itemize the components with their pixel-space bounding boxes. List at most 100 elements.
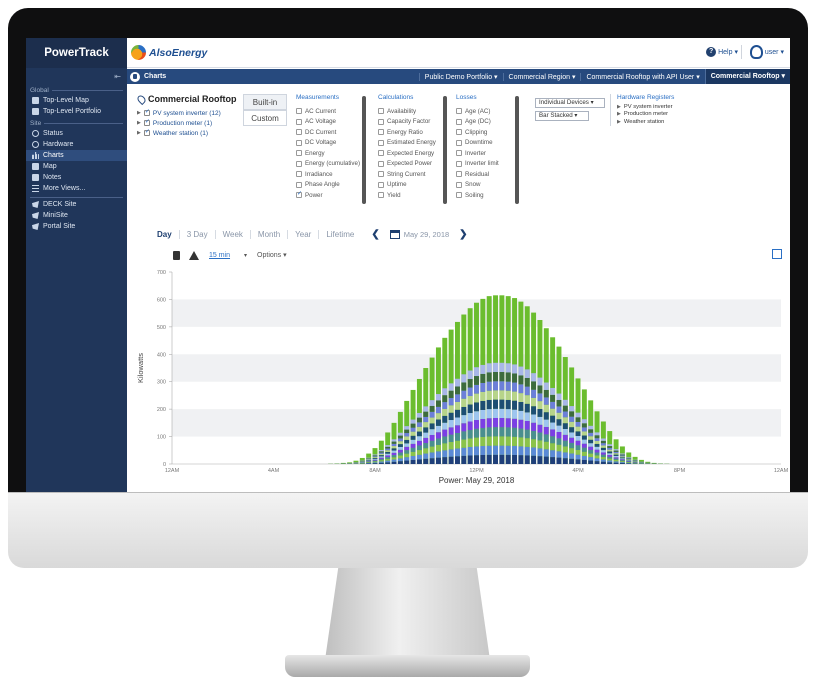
- calculations-option-expected-energy[interactable]: Expected Energy: [378, 148, 436, 159]
- bar-5:30PM[interactable]: [613, 439, 619, 464]
- bar-12:00PM[interactable]: [474, 302, 479, 464]
- bar-6:45AM[interactable]: [340, 462, 346, 464]
- bar-7:00PM[interactable]: [651, 462, 657, 464]
- calculations-option-expected-power[interactable]: Expected Power: [378, 159, 436, 170]
- chevron-down-icon[interactable]: ▾: [244, 252, 247, 259]
- bar-9:00AM[interactable]: [397, 411, 403, 464]
- option-checkbox[interactable]: [456, 181, 462, 188]
- warning-icon[interactable]: [189, 250, 199, 260]
- interval-select[interactable]: 15 min: [209, 252, 230, 259]
- user-menu[interactable]: user ▾: [740, 45, 784, 59]
- range-day[interactable]: Day: [127, 230, 179, 239]
- chart-style-select[interactable]: Bar Stacked ▾: [535, 111, 589, 121]
- hardware-register-item[interactable]: ▶ Production meter: [617, 111, 692, 119]
- bar-6:30AM[interactable]: [334, 463, 340, 464]
- option-checkbox[interactable]: [296, 139, 302, 146]
- measurements-option-ac-voltage[interactable]: AC Voltage: [296, 117, 360, 128]
- bar-9:15AM[interactable]: [404, 400, 410, 464]
- bar-9:30AM[interactable]: [410, 389, 416, 464]
- losses-option-downtime[interactable]: Downtime: [456, 138, 499, 149]
- option-checkbox[interactable]: [296, 150, 302, 157]
- tab-built-in[interactable]: Built-in: [243, 94, 287, 110]
- options-menu[interactable]: Options ▾: [257, 251, 287, 259]
- option-checkbox[interactable]: [378, 139, 384, 146]
- option-checkbox[interactable]: [296, 171, 302, 178]
- bar-6:30PM[interactable]: [638, 459, 644, 464]
- option-checkbox[interactable]: [378, 160, 384, 167]
- calculations-option-capacity-factor[interactable]: Capacity Factor: [378, 117, 436, 128]
- device-mode-select[interactable]: Individual Devices ▾: [535, 98, 605, 108]
- bar-1:15PM[interactable]: [505, 296, 511, 464]
- bar-3:45PM[interactable]: [569, 367, 575, 464]
- measurements-scrollbar[interactable]: [362, 96, 366, 204]
- option-checkbox[interactable]: [456, 171, 462, 178]
- caret-right-icon[interactable]: ▶: [137, 130, 141, 136]
- option-checkbox[interactable]: [456, 150, 462, 157]
- caret-right-icon[interactable]: ▶: [137, 110, 141, 116]
- sidebar-item-more-views[interactable]: More Views...: [26, 183, 127, 194]
- bar-5:45PM[interactable]: [619, 446, 625, 464]
- measurements-option-energy-cumulative[interactable]: Energy (cumulative): [296, 159, 360, 170]
- bar-7:45AM[interactable]: [366, 453, 372, 464]
- option-checkbox[interactable]: [378, 171, 384, 178]
- calculations-option-yield[interactable]: Yield: [378, 190, 436, 201]
- bar-11:00AM[interactable]: [448, 329, 454, 464]
- option-checkbox[interactable]: [456, 129, 462, 136]
- sidebar-item-minisite[interactable]: MiniSite: [26, 210, 127, 221]
- device-item[interactable]: ▶ Production meter (1): [137, 118, 221, 128]
- bar-7:30AM[interactable]: [359, 457, 365, 464]
- tab-custom[interactable]: Custom: [243, 110, 287, 126]
- calculations-option-uptime[interactable]: Uptime: [378, 180, 436, 191]
- bar-2:45PM[interactable]: [543, 328, 549, 464]
- option-checkbox[interactable]: [378, 118, 384, 125]
- losses-option-soiling[interactable]: Soiling: [456, 190, 499, 201]
- bar-10:45AM[interactable]: [442, 337, 448, 464]
- option-checkbox[interactable]: [456, 118, 462, 125]
- bar-2:00PM[interactable]: [524, 306, 530, 464]
- measurements-option-power[interactable]: Power: [296, 190, 360, 201]
- bar-4:00PM[interactable]: [575, 378, 581, 464]
- bar-4:30PM[interactable]: [588, 400, 594, 464]
- losses-option-inverter[interactable]: Inverter: [456, 148, 499, 159]
- device-item[interactable]: ▶ PV system inverter (12): [137, 108, 221, 118]
- range-month[interactable]: Month: [249, 229, 287, 239]
- bar-6:45PM[interactable]: [645, 461, 651, 464]
- bar-12:45PM[interactable]: [493, 295, 499, 464]
- bar-9:45AM[interactable]: [416, 378, 422, 464]
- trash-icon[interactable]: [173, 250, 180, 260]
- collapse-icon[interactable]: ⇤: [114, 72, 121, 81]
- hardware-register-item[interactable]: ▶ Weather station: [617, 118, 692, 126]
- bar-7:15AM[interactable]: [353, 460, 359, 464]
- calculations-option-string-current[interactable]: String Current: [378, 169, 436, 180]
- option-checkbox[interactable]: [378, 108, 384, 115]
- calculations-option-estimated-energy[interactable]: Estimated Energy: [378, 138, 436, 149]
- sidebar-item-status[interactable]: Status: [26, 128, 127, 139]
- bar-10:15AM[interactable]: [429, 357, 435, 464]
- sidebar-item-map[interactable]: Map: [26, 161, 127, 172]
- bar-2:30PM[interactable]: [537, 320, 543, 464]
- device-checkbox[interactable]: [143, 118, 150, 126]
- bar-8:15AM[interactable]: [378, 440, 384, 464]
- calculations-option-availability[interactable]: Availability: [378, 106, 436, 117]
- measurements-option-ac-current[interactable]: AC Current: [296, 106, 360, 117]
- bar-5:00PM[interactable]: [600, 421, 606, 464]
- bar-4:15PM[interactable]: [581, 389, 587, 464]
- caret-right-icon[interactable]: ▶: [137, 120, 141, 126]
- range-3-day[interactable]: 3 Day: [178, 229, 215, 239]
- hardware-register-item[interactable]: ▶ PV system inverter: [617, 103, 692, 111]
- range-week[interactable]: Week: [214, 229, 250, 239]
- bar-12:15PM[interactable]: [480, 298, 486, 464]
- breadcrumb-item[interactable]: Public Demo Portfolio ▾: [418, 72, 503, 81]
- bar-8:30AM[interactable]: [385, 432, 391, 464]
- sidebar-item-top-level-map[interactable]: Top-Level Map: [26, 95, 127, 106]
- bar-8:45AM[interactable]: [391, 422, 397, 464]
- losses-option-age-ac[interactable]: Age (AC): [456, 106, 499, 117]
- losses-option-snow[interactable]: Snow: [456, 180, 499, 191]
- calculations-option-energy-ratio[interactable]: Energy Ratio: [378, 127, 436, 138]
- losses-scrollbar[interactable]: [515, 96, 519, 204]
- sidebar-item-charts[interactable]: Charts: [26, 150, 127, 161]
- bar-3:30PM[interactable]: [562, 357, 568, 464]
- option-checkbox[interactable]: [456, 160, 462, 167]
- option-checkbox[interactable]: [296, 181, 302, 188]
- bar-10:00AM[interactable]: [423, 368, 429, 464]
